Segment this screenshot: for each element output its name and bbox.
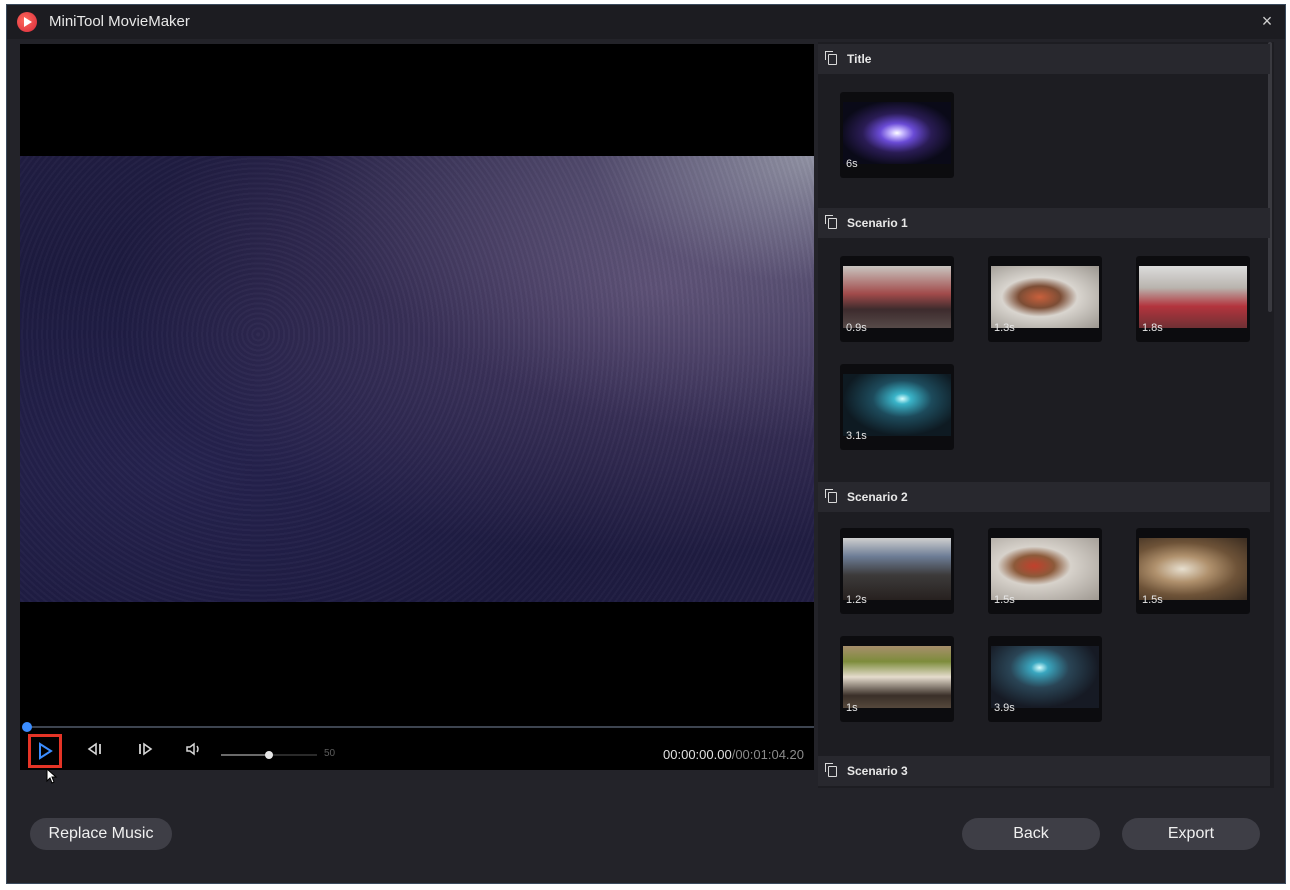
clip-image [991,538,1099,600]
next-frame-icon [139,742,153,756]
clip-duration: 1.5s [994,594,1015,606]
clip-duration: 1s [846,702,858,714]
video-preview [20,156,814,602]
section-title-label: Scenario 2 [847,490,908,504]
clip-duration: 1.3s [994,322,1015,334]
clip-image [843,374,951,436]
clip-thumbnail[interactable]: 6s [840,92,954,178]
section-scenario-2: Scenario 2 1.2s 1.5s 1.5s 1s 3.9s [818,482,1270,756]
clip-image [991,266,1099,328]
clips-panel: Title 6s Scenario 1 0.9s 1.3s 1.8s 3.1s [818,42,1274,788]
clip-thumbnail[interactable]: 1.3s [988,256,1102,342]
section-title-label: Title [847,52,872,66]
export-button[interactable]: Export [1122,818,1260,850]
clip-duration: 1.8s [1142,322,1163,334]
template-icon [825,214,837,229]
clip-thumbnail[interactable]: 3.1s [840,364,954,450]
volume-slider-handle[interactable] [265,751,273,759]
volume-value: 50 [324,748,336,759]
clip-thumbnail[interactable]: 1.8s [1136,256,1250,342]
clip-thumbnail[interactable]: 1.5s [1136,528,1250,614]
app-logo-icon [17,12,37,32]
clip-duration: 3.9s [994,702,1015,714]
current-time: 00:00:00.00 [663,747,732,762]
section-header[interactable]: Scenario 1 [818,208,1270,238]
close-icon[interactable]: × [1257,11,1277,31]
section-scenario-3: Scenario 3 [818,756,1270,788]
clip-image [843,102,951,164]
back-button[interactable]: Back [962,818,1100,850]
title-bar: MiniTool MovieMaker × [7,5,1285,39]
previous-frame-button[interactable] [84,734,106,764]
clip-image [843,538,951,600]
clip-thumbnail[interactable]: 1s [840,636,954,722]
progress-handle[interactable] [22,722,32,732]
clip-thumbnail[interactable]: 3.9s [988,636,1102,722]
volume-icon[interactable] [182,734,206,764]
video-player: 50 00:00:00.00/00:01:04.20 [20,44,814,770]
section-header[interactable]: Title [818,44,1270,74]
clip-duration: 1.2s [846,594,867,606]
clip-thumbnail[interactable]: 1.5s [988,528,1102,614]
template-icon [825,50,837,65]
app-title: MiniTool MovieMaker [49,13,190,30]
section-header[interactable]: Scenario 3 [818,756,1270,786]
section-scenario-1: Scenario 1 0.9s 1.3s 1.8s 3.1s [818,208,1270,480]
template-icon [825,762,837,777]
clip-image [843,646,951,708]
clip-image [1139,538,1247,600]
play-icon [39,742,53,760]
clip-image [1139,266,1247,328]
section-title-label: Scenario 3 [847,764,908,778]
clip-image [843,266,951,328]
section-title: Title 6s [818,44,1270,212]
total-time: /00:01:04.20 [731,747,804,762]
progress-bar[interactable] [24,726,814,728]
replace-music-button[interactable]: Replace Music [30,818,172,850]
play-button[interactable] [28,734,62,768]
clip-duration: 0.9s [846,322,867,334]
clip-thumbnail[interactable]: 0.9s [840,256,954,342]
clip-duration: 1.5s [1142,594,1163,606]
clip-image [991,646,1099,708]
player-controls: 50 00:00:00.00/00:01:04.20 [20,734,814,770]
clip-duration: 3.1s [846,430,867,442]
previous-frame-icon [87,742,101,756]
section-header[interactable]: Scenario 2 [818,482,1270,512]
section-title-label: Scenario 1 [847,216,908,230]
clip-duration: 6s [846,158,858,170]
template-icon [825,488,837,503]
timecode: 00:00:00.00/00:01:04.20 [663,747,804,762]
next-frame-button[interactable] [134,734,156,764]
clip-thumbnail[interactable]: 1.2s [840,528,954,614]
mouse-cursor-icon [46,768,58,784]
